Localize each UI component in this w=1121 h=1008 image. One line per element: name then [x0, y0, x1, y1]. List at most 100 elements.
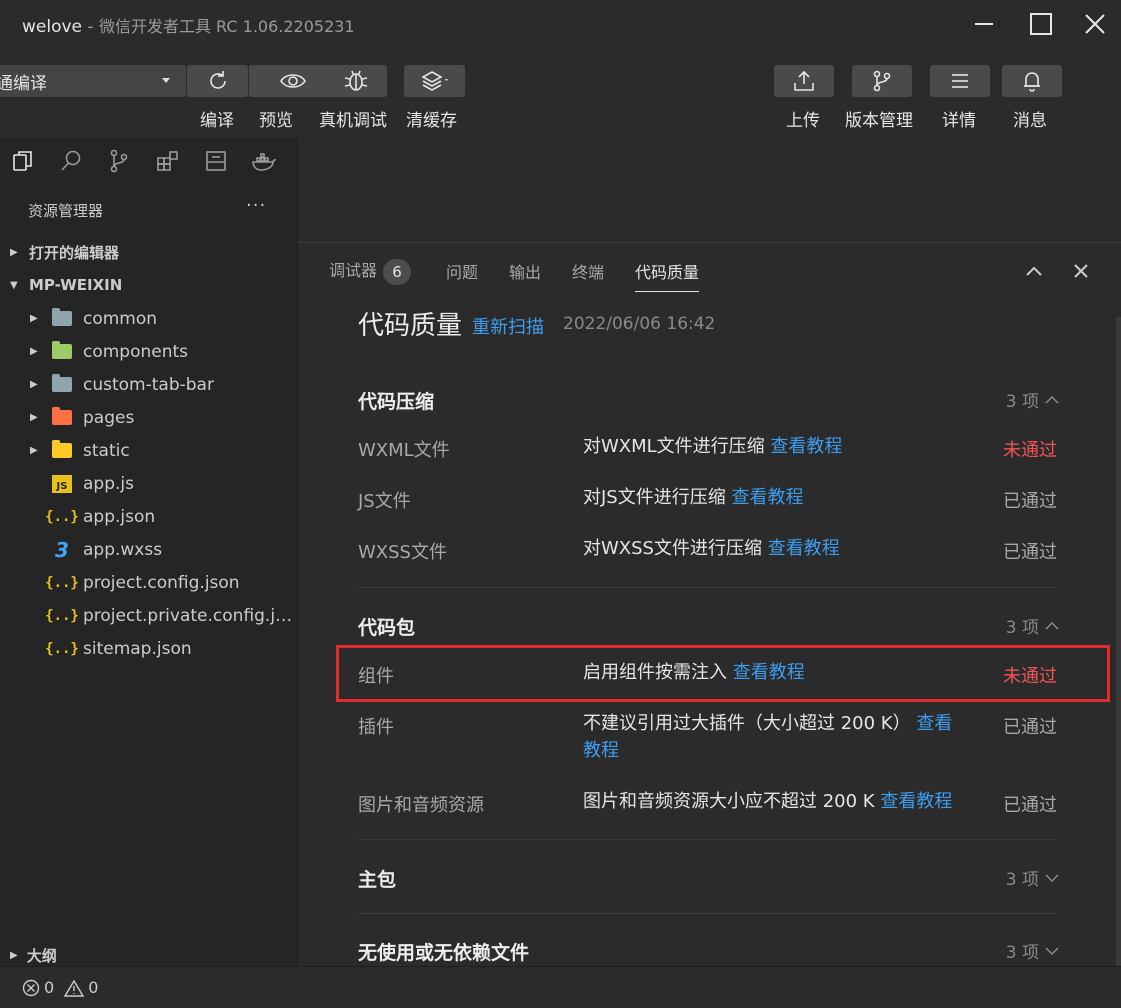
- maximize-button[interactable]: [1015, 6, 1067, 42]
- chevron-down-icon: [162, 78, 170, 83]
- tree-item-app-js[interactable]: JS app.js: [0, 467, 298, 500]
- desc-text: 图片和音频资源大小应不超过 200 K: [583, 791, 875, 812]
- details-button[interactable]: [930, 65, 990, 97]
- compile-mode-value: 通编译: [0, 73, 47, 94]
- project-section[interactable]: ▼ MP-WEIXIN: [0, 269, 298, 301]
- compile-button[interactable]: [187, 65, 248, 97]
- tree-item-project-private-config[interactable]: {..} project.private.config.js...: [0, 599, 298, 632]
- status-badge: 已通过: [1003, 717, 1057, 738]
- tree-item-app-json[interactable]: {..} app.json: [0, 500, 298, 533]
- docker-tab[interactable]: [251, 148, 277, 174]
- row-name: WXML文件: [358, 440, 450, 461]
- extensions-tab[interactable]: [155, 148, 181, 174]
- messages-button[interactable]: [1002, 65, 1062, 97]
- tutorial-link[interactable]: 查看: [916, 713, 952, 734]
- tree-item-sitemap[interactable]: {..} sitemap.json: [0, 632, 298, 665]
- tab-output[interactable]: 输出: [509, 259, 541, 283]
- folder-icon: [51, 308, 73, 329]
- title-bar: welove - 微信开发者工具 RC 1.06.2205231: [0, 0, 1121, 48]
- sidebar: 资源管理器 ··· ▶ 打开的编辑器 ▼ MP-WEIXIN ▶ common …: [0, 138, 298, 966]
- tree-item-static[interactable]: ▶ static: [0, 434, 298, 467]
- error-icon: [22, 979, 40, 996]
- rescan-link[interactable]: 重新扫描: [472, 313, 544, 339]
- tab-debugger[interactable]: 调试器 6: [329, 257, 412, 285]
- open-editors-section[interactable]: ▶ 打开的编辑器: [0, 236, 298, 268]
- status-badge: 已通过: [1003, 491, 1057, 512]
- chevron-right-icon: ▶: [30, 445, 38, 456]
- tab-code-quality[interactable]: 代码质量: [635, 259, 700, 292]
- tree-item-label: sitemap.json: [83, 638, 192, 659]
- search-tab[interactable]: [58, 148, 84, 174]
- storage-icon: [206, 151, 226, 171]
- status-bar: 0 0: [0, 966, 1121, 1008]
- real-device-debug-button[interactable]: [325, 65, 387, 97]
- json-file-icon: {..}: [45, 607, 79, 624]
- page-title: 代码质量: [358, 311, 463, 341]
- group-count: 3 项: [1005, 870, 1039, 890]
- upload-button[interactable]: [774, 65, 834, 97]
- storage-tab[interactable]: [203, 148, 229, 174]
- close-window-button[interactable]: [1069, 6, 1121, 42]
- tree-item-app-wxss[interactable]: 3 app.wxss: [0, 533, 298, 566]
- json-file-icon: {..}: [45, 640, 79, 657]
- error-count: 0: [44, 978, 55, 997]
- minimize-button[interactable]: [958, 6, 1010, 42]
- chevron-right-icon: ▶: [30, 313, 38, 324]
- clear-cache-button[interactable]: [404, 65, 465, 97]
- whale-icon: [252, 153, 277, 171]
- group-toggle[interactable]: 3 项: [1006, 938, 1059, 963]
- menu-icon: [952, 74, 968, 88]
- row-desc: 对JS文件进行压缩 查看教程: [583, 484, 983, 511]
- close-panel-button[interactable]: [1071, 261, 1091, 281]
- panel-scrollbar[interactable]: [1116, 317, 1121, 967]
- upload-label: 上传: [786, 111, 820, 131]
- tab-terminal[interactable]: 终端: [572, 259, 604, 283]
- preview-button[interactable]: [249, 65, 336, 97]
- highlight-annotation: [336, 645, 1110, 702]
- desc-text: 对WXSS文件进行压缩: [583, 538, 762, 559]
- details-label: 详情: [942, 111, 976, 131]
- version-label: 版本管理: [845, 111, 913, 131]
- tutorial-link[interactable]: 查看教程: [768, 538, 840, 559]
- branch-icon: [873, 70, 891, 92]
- row-name: 图片和音频资源: [358, 795, 484, 816]
- chevron-down-icon: [1045, 873, 1059, 882]
- files-icon: [13, 151, 32, 171]
- tree-item-label: project.config.json: [83, 572, 240, 593]
- version-control-button[interactable]: [852, 65, 912, 97]
- clear-cache-label: 清缓存: [406, 111, 457, 131]
- more-actions-icon[interactable]: ···: [246, 195, 266, 216]
- tree-item-pages[interactable]: ▶ pages: [0, 401, 298, 434]
- tree-item-common[interactable]: ▶ common: [0, 302, 298, 335]
- tutorial-link[interactable]: 查看教程: [880, 791, 952, 812]
- source-control-tab[interactable]: [106, 148, 132, 174]
- tree-item-custom-tab-bar[interactable]: ▶ custom-tab-bar: [0, 368, 298, 401]
- errors-indicator[interactable]: 0: [22, 978, 54, 997]
- group-title: 代码压缩: [358, 391, 435, 413]
- row-desc: 图片和音频资源大小应不超过 200 K 查看教程: [583, 788, 983, 815]
- title-separator: -: [87, 17, 94, 37]
- tree-item-project-config[interactable]: {..} project.config.json: [0, 566, 298, 599]
- maximize-panel-button[interactable]: [1024, 261, 1044, 281]
- components-folder-icon: [51, 341, 73, 362]
- warnings-indicator[interactable]: 0: [64, 978, 98, 997]
- group-toggle[interactable]: 3 项: [1006, 387, 1059, 412]
- tutorial-link[interactable]: 查看教程: [731, 487, 803, 508]
- tutorial-link[interactable]: 教程: [583, 740, 619, 761]
- tree-item-components[interactable]: ▶ components: [0, 335, 298, 368]
- static-folder-icon: [51, 440, 73, 461]
- row-desc: 对WXSS文件进行压缩 查看教程: [583, 535, 983, 562]
- compile-mode-select[interactable]: 通编译: [0, 65, 186, 97]
- chevron-up-icon: [1045, 621, 1059, 630]
- json-file-icon: {..}: [45, 574, 79, 591]
- group-toggle[interactable]: 3 项: [1006, 865, 1059, 890]
- group-toggle[interactable]: 3 项: [1006, 613, 1059, 638]
- tab-problems[interactable]: 问题: [446, 259, 478, 283]
- app-subtitle: 微信开发者工具 RC 1.06.2205231: [98, 17, 355, 36]
- debug-label: 真机调试: [319, 111, 387, 131]
- tab-label: 问题: [446, 263, 479, 282]
- tutorial-link[interactable]: 查看教程: [770, 436, 842, 457]
- group-count: 3 项: [1005, 618, 1039, 638]
- explorer-tab[interactable]: [10, 148, 36, 174]
- count-badge: 6: [383, 258, 412, 285]
